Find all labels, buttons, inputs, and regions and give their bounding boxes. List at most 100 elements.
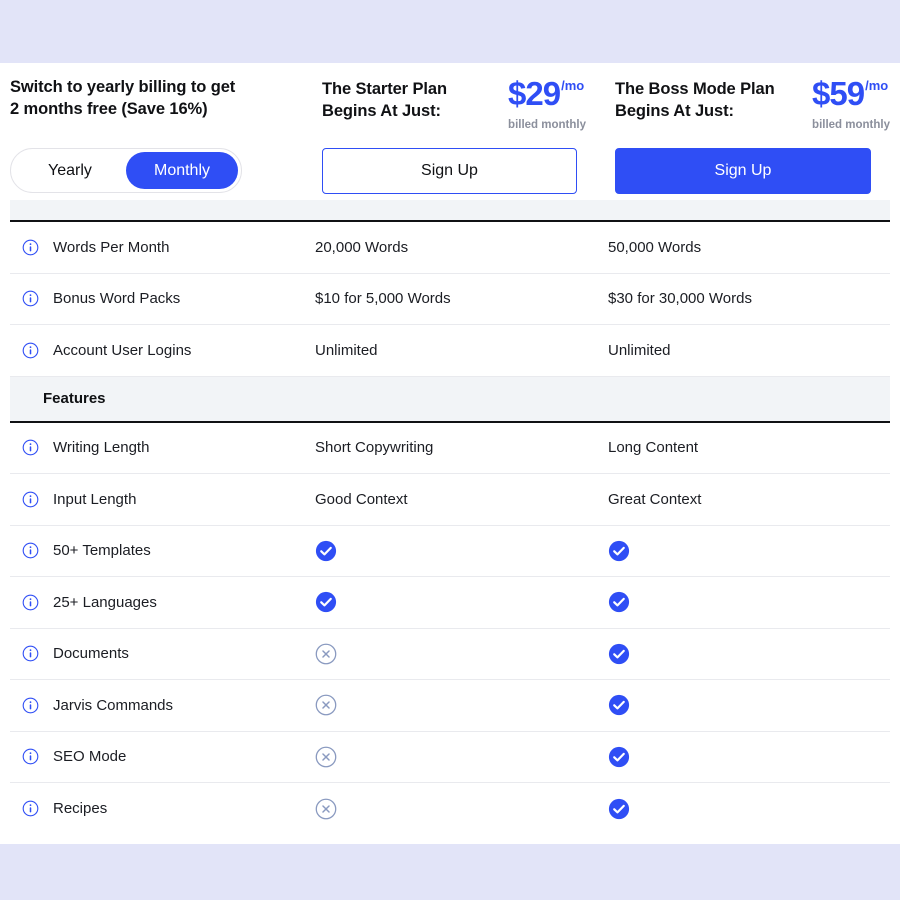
pricing-page: Switch to yearly billing to get 2 months… <box>0 0 900 900</box>
check-icon <box>315 592 337 613</box>
cell-value-text: Unlimited <box>315 341 378 359</box>
cell-value-text: $10 for 5,000 Words <box>315 290 451 308</box>
check-icon <box>608 746 630 767</box>
cell-value-text: Short Copywriting <box>315 439 434 457</box>
signup-button-boss-mode[interactable]: Sign Up <box>615 148 871 194</box>
feature-label: Writing Length <box>53 439 150 457</box>
table-row: Jarvis Commands <box>10 680 890 732</box>
table-cell-starter <box>315 643 608 665</box>
table-cell-boss-mode <box>608 746 630 768</box>
cross-icon <box>315 746 337 768</box>
price-amount-starter: $29 <box>508 75 561 112</box>
price-amount-boss-mode: $59 <box>812 75 865 112</box>
table-cell-starter: Short Copywriting <box>315 439 608 456</box>
table-cell-feature: Jarvis Commands <box>10 697 315 714</box>
billing-period-toggle[interactable]: Yearly Monthly <box>10 148 242 193</box>
table-row: 25+ Languages <box>10 577 890 629</box>
info-icon[interactable] <box>22 594 39 611</box>
feature-label: Input Length <box>53 490 137 508</box>
table-row: Account User Logins Unlimited Unlimited <box>10 325 890 377</box>
info-icon[interactable] <box>22 342 39 359</box>
table-row: 50+ Templates <box>10 526 890 577</box>
plan-name-starter: The Starter Plan Begins At Just: <box>322 77 447 123</box>
table-cell-feature: Input Length <box>10 491 315 508</box>
table-cell-starter: Good Context <box>315 491 608 508</box>
table-cell-boss-mode: 50,000 Words <box>608 239 701 256</box>
plan-name-starter-line2: Begins At Just: <box>322 101 441 120</box>
cell-value-text: Unlimited <box>608 341 671 359</box>
table-cell-boss-mode <box>608 798 630 820</box>
table-cell-starter <box>315 798 608 820</box>
table-row: Documents <box>10 629 890 680</box>
feature-label: 25+ Languages <box>53 593 157 611</box>
pricing-card: Switch to yearly billing to get 2 months… <box>0 63 900 844</box>
table-cell-boss-mode <box>608 540 630 562</box>
billing-headline-line2: 2 months free (Save 16%) <box>10 99 208 118</box>
price-period-starter: /mo <box>561 78 585 93</box>
table-cell-boss-mode <box>608 591 630 613</box>
info-icon[interactable] <box>22 748 39 765</box>
table-row: Input Length Good Context Great Context <box>10 474 890 526</box>
table-cell-starter: $10 for 5,000 Words <box>315 290 608 307</box>
feature-label: Words Per Month <box>53 238 170 256</box>
feature-label: Jarvis Commands <box>53 696 174 714</box>
comparison-table: Words Per Month 20,000 Words 50,000 Words B… <box>10 222 890 835</box>
table-cell-feature: SEO Mode <box>10 748 315 765</box>
plan-column-starter: The Starter Plan Begins At Just: $29 /mo… <box>322 63 586 194</box>
info-icon[interactable] <box>22 645 39 662</box>
cell-value-text: 50,000 Words <box>608 238 702 256</box>
table-row: SEO Mode <box>10 732 890 783</box>
table-cell-feature: Account User Logins <box>10 342 315 359</box>
toggle-option-monthly[interactable]: Monthly <box>126 152 238 189</box>
check-icon <box>608 540 630 561</box>
price-period-boss-mode: /mo <box>865 78 889 93</box>
check-icon <box>315 540 337 561</box>
table-cell-feature: Recipes <box>10 800 315 817</box>
info-icon[interactable] <box>22 290 39 307</box>
price-note-boss-mode: billed monthly <box>812 119 890 131</box>
table-cell-starter <box>315 591 608 613</box>
toggle-option-yearly[interactable]: Yearly <box>14 152 126 189</box>
table-cell-boss-mode: Great Context <box>608 491 701 508</box>
info-icon[interactable] <box>22 542 39 559</box>
feature-label: Documents <box>53 645 129 663</box>
cell-value-text: Good Context <box>315 490 408 508</box>
table-top-bar <box>10 200 890 222</box>
cell-value-text: Long Content <box>608 439 699 457</box>
table-section-label: Features <box>43 390 106 407</box>
cell-value-text: 20,000 Words <box>315 238 409 256</box>
price-note-starter: billed monthly <box>508 119 586 131</box>
table-cell-starter: Unlimited <box>315 342 608 359</box>
plan-name-boss-mode: The Boss Mode Plan Begins At Just: <box>615 77 775 123</box>
table-cell-starter <box>315 694 608 716</box>
cross-icon <box>315 694 337 716</box>
table-section-header: Features <box>10 376 890 423</box>
plan-name-boss-mode-line2: Begins At Just: <box>615 101 734 120</box>
cross-icon <box>315 798 337 820</box>
info-icon[interactable] <box>22 239 39 256</box>
info-icon[interactable] <box>22 491 39 508</box>
table-cell-starter <box>315 540 608 562</box>
table-cell-boss-mode: $30 for 30,000 Words <box>608 290 752 307</box>
info-icon[interactable] <box>22 800 39 817</box>
info-icon[interactable] <box>22 697 39 714</box>
check-icon <box>608 643 630 664</box>
table-row: Writing Length Short Copywriting Long Cont… <box>10 423 890 474</box>
check-icon <box>608 798 630 819</box>
price-block-starter: $29 /mo billed monthly <box>508 77 586 131</box>
plan-name-boss-mode-line1: The Boss Mode Plan <box>615 80 775 98</box>
table-cell-feature: 50+ Templates <box>10 542 315 559</box>
cross-icon <box>315 643 337 665</box>
table-cell-boss-mode: Long Content <box>608 439 698 456</box>
signup-button-starter[interactable]: Sign Up <box>322 148 577 194</box>
table-row: Words Per Month 20,000 Words 50,000 Words <box>10 222 890 274</box>
cell-value-text: $30 for 30,000 Words <box>608 290 752 308</box>
billing-headline-line1: Switch to yearly billing to get <box>10 78 236 96</box>
check-icon <box>608 592 630 613</box>
table-cell-feature: 25+ Languages <box>10 594 315 611</box>
table-cell-boss-mode <box>608 694 630 716</box>
price-block-boss-mode: $59 /mo billed monthly <box>812 77 890 131</box>
table-cell-feature: Words Per Month <box>10 239 315 256</box>
info-icon[interactable] <box>22 439 39 456</box>
table-cell-feature: Writing Length <box>10 439 315 456</box>
